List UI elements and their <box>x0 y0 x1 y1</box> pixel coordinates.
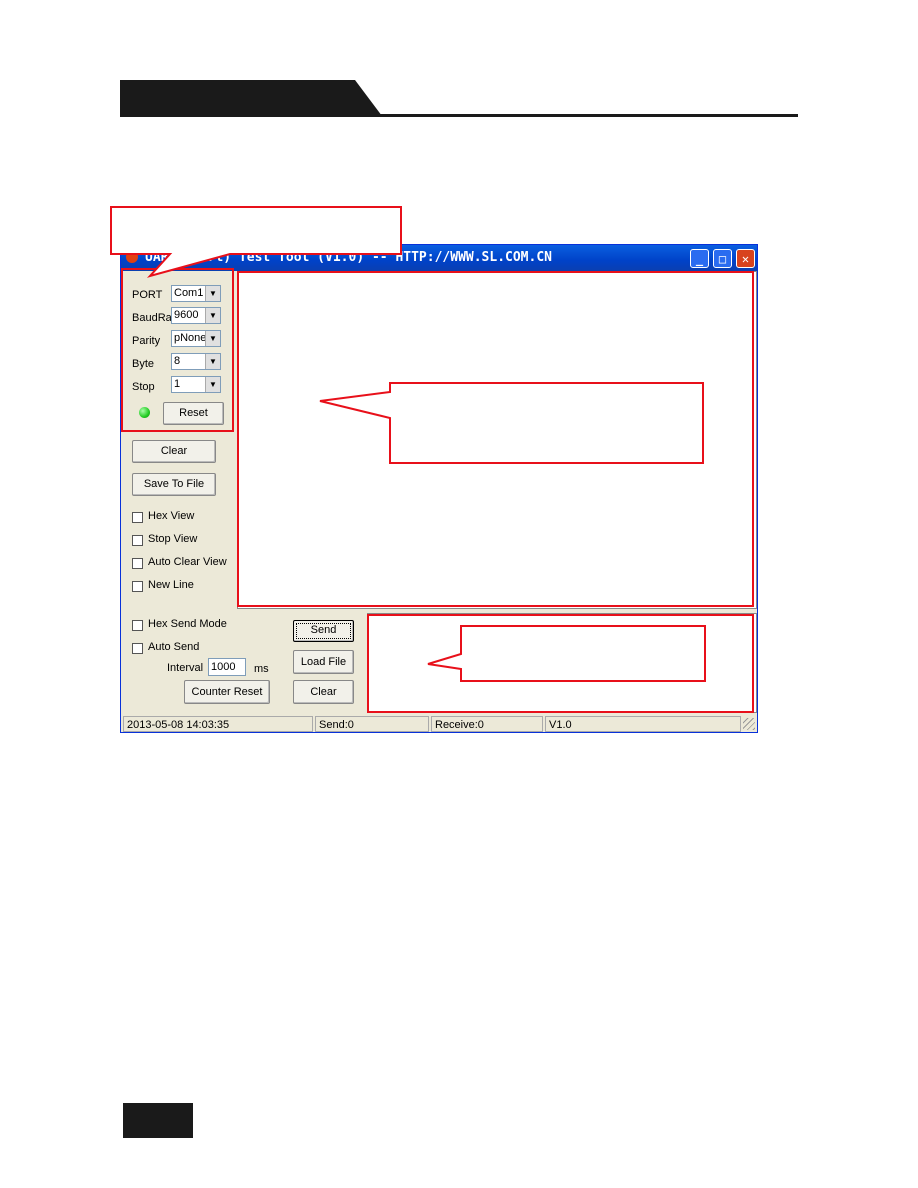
page-number-block <box>123 1103 193 1138</box>
settings-callout <box>110 206 402 278</box>
settings-highlight-box <box>121 268 234 432</box>
receive-callout <box>319 382 704 464</box>
send-callout <box>427 625 706 682</box>
annotation-overlay <box>110 206 754 713</box>
